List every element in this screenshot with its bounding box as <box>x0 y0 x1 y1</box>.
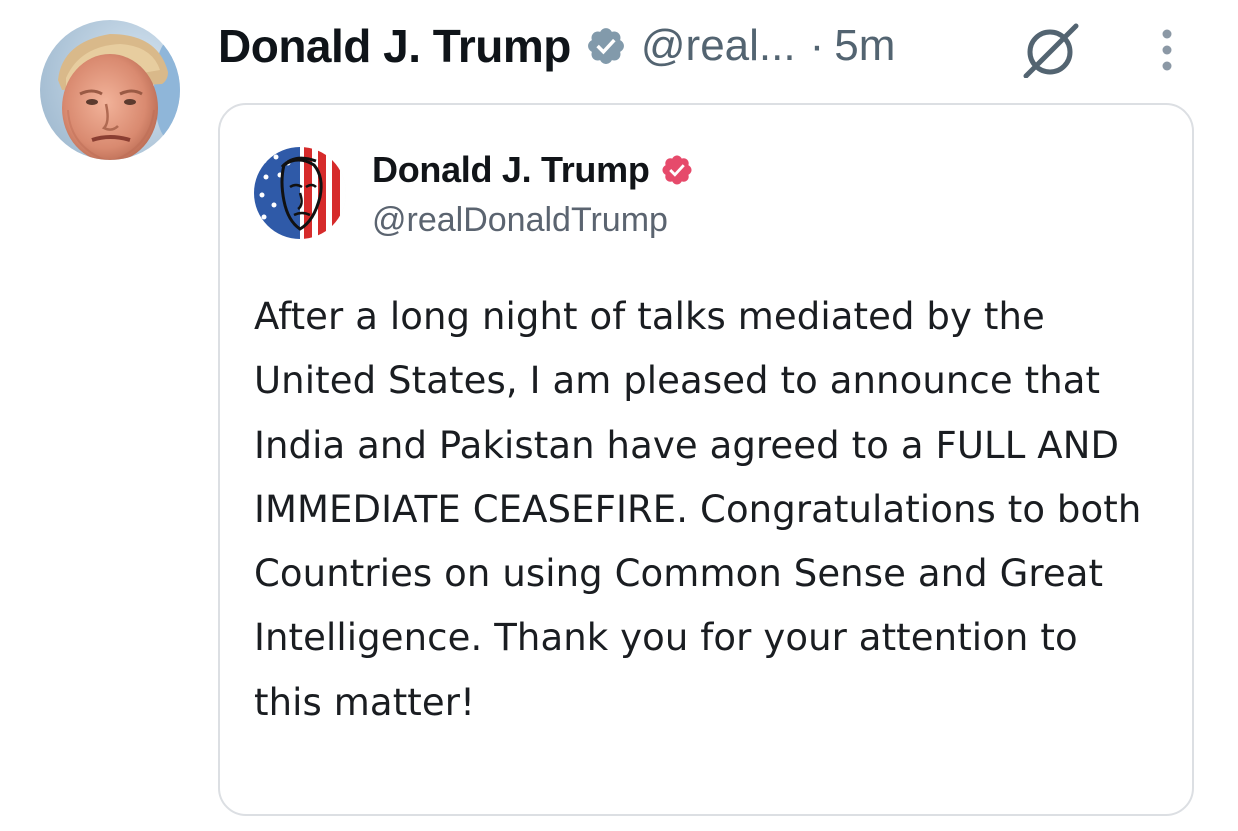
quoted-post-card[interactable]: Donald J. Trump @realDonaldTrump After a… <box>218 103 1194 816</box>
quoted-post-text: After a long night of talks mediated by … <box>254 295 1142 724</box>
more-vertical-icon[interactable] <box>1152 26 1182 74</box>
author-handle[interactable]: @real... <box>641 21 796 71</box>
quoted-author-avatar <box>254 147 346 239</box>
quoted-author-display-name: Donald J. Trump <box>372 149 650 190</box>
author-avatar[interactable] <box>40 20 180 160</box>
quoted-author-handle: @realDonaldTrump <box>372 201 668 239</box>
verified-badge-icon <box>660 153 694 187</box>
grok-icon[interactable] <box>1020 22 1082 79</box>
tweet-header: Donald J. Trump @real... · 5m <box>218 14 895 78</box>
separator-dot: · <box>809 21 825 70</box>
tweet-timestamp[interactable]: 5m <box>834 21 895 71</box>
quoted-author-row: Donald J. Trump <box>372 149 694 191</box>
author-display-name[interactable]: Donald J. Trump <box>218 19 571 73</box>
verified-badge-icon <box>585 25 627 67</box>
tweet[interactable]: Donald J. Trump @real... · 5m Donald J. … <box>0 0 1238 831</box>
